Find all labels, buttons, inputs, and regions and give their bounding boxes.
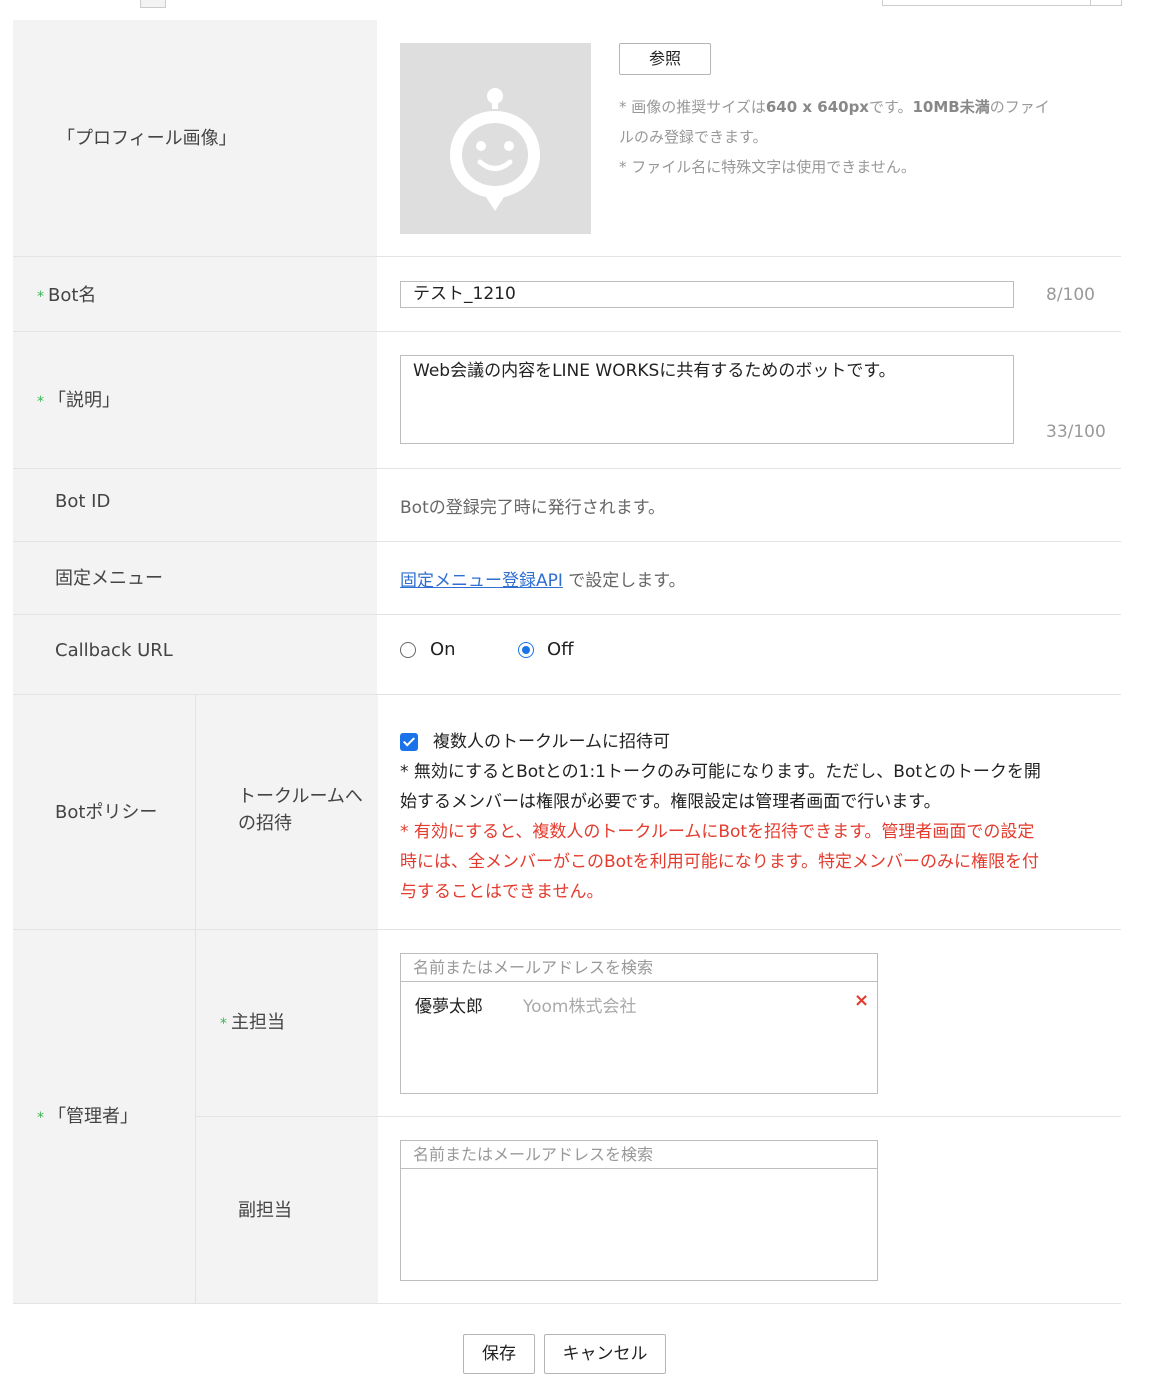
secondary-admin-label: 副担当 <box>238 1200 292 1221</box>
secondary-admin-picker: 名前またはメールアドレスを検索 <box>400 1140 878 1281</box>
top-clipped-bar <box>0 0 1160 20</box>
callback-url-label-cell: Callback URL <box>13 615 377 694</box>
note-text: のファイ <box>989 98 1050 116</box>
bot-name-content: テスト_1210 8/100 <box>377 257 1121 331</box>
callback-off-radio[interactable] <box>518 642 534 658</box>
primary-admin-label: * 主担当 <box>220 1008 285 1034</box>
primary-admin-search-input[interactable]: 名前またはメールアドレスを検索 <box>401 954 877 982</box>
required-mark: * <box>220 1016 227 1032</box>
description-row: * 「説明」 Web会議の内容をLINE WORKSに共有するためのボットです。 … <box>13 332 1121 469</box>
bot-id-label: Bot ID <box>55 491 111 512</box>
description-textarea[interactable]: Web会議の内容をLINE WORKSに共有するためのボットです。 <box>400 355 1014 444</box>
fixed-menu-text: 固定メニュー登録API で設定します。 <box>400 566 686 591</box>
primary-admin-label-cell: * 主担当 <box>195 930 378 1117</box>
callback-url-label: Callback URL <box>55 640 173 661</box>
callback-url-content: On Off <box>377 615 1121 694</box>
remove-member-icon[interactable]: × <box>854 990 869 1011</box>
bot-id-content: Botの登録完了時に発行されます。 <box>377 469 1121 541</box>
profile-image-row: 「プロフィール画像」 参照 * 画像の推奨サイズは640 x 640pxです。1… <box>13 20 1121 257</box>
bot-name-counter: 8/100 <box>1046 285 1095 305</box>
description-label: * 「説明」 <box>37 386 120 412</box>
image-size-note: * 画像の推奨サイズは640 x 640pxです。10MB未満のファイ <box>619 96 1050 117</box>
note-size: 640 x 640px <box>765 98 869 116</box>
description-content: Web会議の内容をLINE WORKSに共有するためのボットです。 33/100 <box>377 332 1121 468</box>
admins-label-text: 「管理者」 <box>48 1106 138 1127</box>
enable-warning-line1: * 有効にすると、複数人のトークルームにBotを招待できます。管理者画面での設定 <box>400 822 1035 842</box>
fixed-menu-row: 固定メニュー 固定メニュー登録API で設定します。 <box>13 542 1121 615</box>
sub-label-line: の招待 <box>238 813 292 834</box>
required-mark: * <box>37 394 44 410</box>
description-label-text: 「説明」 <box>48 390 120 411</box>
disable-note-line2: 始するメンバーは権限が必要です。権限設定は管理者画面で行います。 <box>400 792 941 812</box>
save-button[interactable]: 保存 <box>463 1334 535 1374</box>
note-text: * 画像の推奨サイズは <box>619 98 766 116</box>
bot-id-label-cell: Bot ID <box>13 469 377 541</box>
bot-policy-content: 複数人のトークルームに招待可 * 無効にするとBotとの1:1トークのみ可能にな… <box>377 695 1121 929</box>
bot-id-value: Botの登録完了時に発行されます。 <box>400 498 666 518</box>
primary-admin-content: 名前またはメールアドレスを検索 優夢太郎 Yoom株式会社 × <box>377 930 1121 1117</box>
secondary-admin-search-input[interactable]: 名前またはメールアドレスを検索 <box>401 1141 877 1169</box>
required-mark: * <box>37 289 44 305</box>
fixed-menu-suffix: で設定します。 <box>562 571 686 591</box>
member-org: Yoom株式会社 <box>523 997 637 1017</box>
fixed-menu-label-cell: 固定メニュー <box>13 542 377 614</box>
clipped-select[interactable] <box>882 0 1122 6</box>
note-limit: 10MB未満 <box>912 98 990 116</box>
bot-name-row: * Bot名 テスト_1210 8/100 <box>13 257 1121 332</box>
fixed-menu-api-link[interactable]: 固定メニュー登録API <box>400 571 563 591</box>
secondary-admin-content: 名前またはメールアドレスを検索 <box>377 1117 1121 1303</box>
sub-label-line: トークルームへ <box>238 786 363 807</box>
browse-button[interactable]: 参照 <box>619 43 711 75</box>
primary-admin-picker: 名前またはメールアドレスを検索 優夢太郎 Yoom株式会社 × <box>400 953 878 1094</box>
secondary-admin-label-cell: 副担当 <box>195 1117 378 1303</box>
callback-url-row: Callback URL On Off <box>13 615 1121 695</box>
filename-note: * ファイル名に特殊文字は使用できません。 <box>619 158 916 176</box>
admins-label: * 「管理者」 <box>37 1102 138 1128</box>
member-name: 優夢太郎 <box>415 997 483 1017</box>
bot-name-label: * Bot名 <box>37 281 96 307</box>
required-mark: * <box>37 1110 44 1126</box>
callback-off-label[interactable]: Off <box>547 639 574 660</box>
fixed-menu-content: 固定メニュー登録API で設定します。 <box>377 542 1121 614</box>
bot-id-row: Bot ID Botの登録完了時に発行されます。 <box>13 469 1121 542</box>
admins-row: * 「管理者」 * 主担当 副担当 名前またはメールアドレスを検索 優夢太郎 Yoo… <box>13 930 1121 1304</box>
bot-name-input[interactable]: テスト_1210 <box>400 281 1014 308</box>
callback-on-radio[interactable] <box>400 642 416 658</box>
talk-room-invite-label: トークルームへ の招待 <box>238 783 363 837</box>
multi-room-invite-checkbox[interactable] <box>400 733 418 751</box>
talk-room-invite-label-cell: トークルームへ の招待 <box>195 695 378 929</box>
bot-name-label-cell: * Bot名 <box>13 257 377 331</box>
multi-room-invite-label[interactable]: 複数人のトークルームに招待可 <box>433 727 670 757</box>
bot-avatar-icon <box>450 88 540 211</box>
bot-policy-row: Botポリシー トークルームへ の招待 複数人のトークルームに招待可 * 無効にす… <box>13 695 1121 930</box>
bot-policy-label: Botポリシー <box>55 802 158 823</box>
avatar-placeholder[interactable] <box>400 43 591 234</box>
enable-warning-line3: 与することはできません。 <box>400 882 604 902</box>
callback-on-label[interactable]: On <box>430 639 456 660</box>
primary-admin-label-text: 主担当 <box>231 1012 285 1033</box>
profile-image-label-cell: 「プロフィール画像」 <box>13 20 377 256</box>
cancel-button[interactable]: キャンセル <box>544 1334 666 1374</box>
image-size-note-line2: ルのみ登録できます。 <box>619 128 768 146</box>
bot-name-label-text: Bot名 <box>48 285 97 306</box>
clipped-icon <box>140 0 166 8</box>
enable-warning-line2: 時には、全メンバーがこのBotを利用可能になります。特定メンバーのみに権限を付 <box>400 852 1040 872</box>
profile-image-label: 「プロフィール画像」 <box>57 128 237 149</box>
note-text: です。 <box>868 98 913 116</box>
description-label-cell: * 「説明」 <box>13 332 377 468</box>
profile-image-content: 参照 * 画像の推奨サイズは640 x 640pxです。10MB未満のファイ ル… <box>377 20 1121 256</box>
fixed-menu-label: 固定メニュー <box>55 568 163 589</box>
description-counter: 33/100 <box>1046 422 1106 442</box>
disable-note-line1: * 無効にするとBotとの1:1トークのみ可能になります。ただし、Botとのトー… <box>400 762 1041 782</box>
